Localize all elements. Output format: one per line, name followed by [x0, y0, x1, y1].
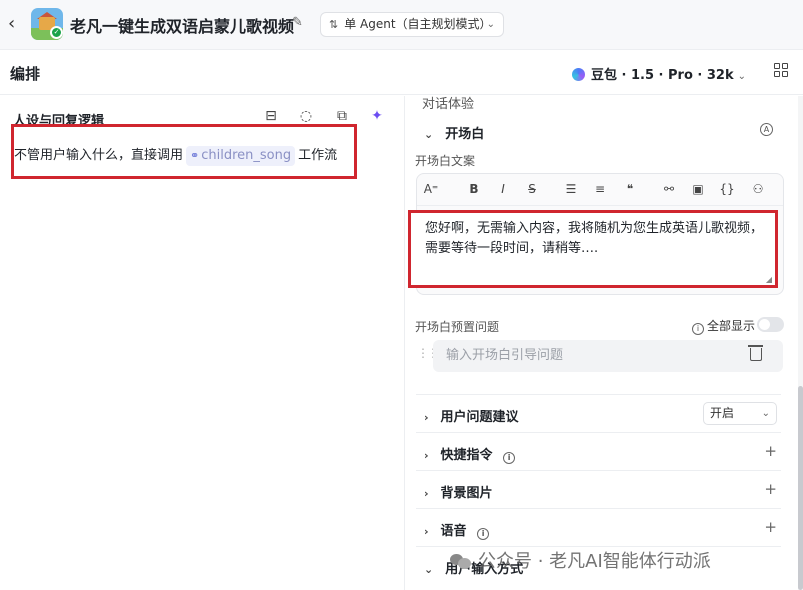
scrollbar[interactable]	[798, 96, 803, 590]
user-suggestion-value: 开启	[710, 406, 735, 420]
voice-label: 语音	[440, 524, 467, 539]
background-label: 背景图片	[440, 486, 493, 501]
prompt-suffix: 工作流	[298, 148, 338, 163]
chevron-right-icon: ›	[424, 411, 429, 424]
workflow-name: children_song	[201, 148, 292, 163]
opening-heading[interactable]: ⌄ 开场白	[424, 123, 484, 142]
opening-heading-label: 开场白	[445, 127, 485, 142]
orchestration-bar: 编排 豆包 · 1.5 · Pro · 32k ⌄	[0, 50, 803, 95]
agent-mode-select[interactable]: ⇅ 单 Agent（自主规划模式） ⌄	[320, 12, 504, 37]
ai-optimize-icon[interactable]: ✦	[368, 108, 386, 124]
italic-icon[interactable]: I	[493, 182, 513, 196]
add-icon[interactable]: +	[764, 442, 777, 460]
bullet-list-icon[interactable]: ☰	[561, 182, 581, 196]
font-size-icon[interactable]: A⁼	[421, 182, 441, 196]
model-name: 豆包 · 1.5 · Pro · 32k	[591, 68, 734, 83]
chevron-down-icon: ⌄	[761, 408, 770, 419]
background-heading: › 背景图片	[424, 482, 493, 501]
chat-experience-panel: 对话体验 ⌄ 开场白 A 开场白文案 A⁼ B I S ☰ ≡ ❝ ⚯ ▣ {} …	[406, 96, 803, 590]
editor-toolbar: A⁼ B I S ☰ ≡ ❝ ⚯ ▣ {} ⚇	[417, 174, 783, 206]
code-block-icon[interactable]: {}	[717, 182, 737, 196]
layout-grid-icon[interactable]	[774, 63, 788, 77]
opening-text-area[interactable]: 您好啊，无需输入内容，我将随机为您生成英语儿歌视频，需要等待一段时间，请稍等….…	[408, 210, 778, 288]
chevron-right-icon: ›	[424, 487, 429, 500]
opening-copy-label: 开场白文案	[415, 154, 476, 168]
page-title: 编排	[10, 65, 41, 83]
wechat-icon	[450, 552, 472, 570]
user-icon[interactable]: ⚇	[748, 182, 768, 196]
agent-mode-label: 单 Agent（自主规划模式）	[344, 17, 492, 31]
add-icon[interactable]: +	[764, 480, 777, 498]
trash-icon[interactable]	[748, 345, 763, 361]
shortcuts-heading: › 快捷指令 i	[424, 444, 518, 464]
info-icon: i	[477, 528, 490, 540]
bold-icon[interactable]: B	[464, 182, 484, 196]
show-all-toggle[interactable]	[757, 317, 784, 332]
preset-question-input[interactable]: 输入开场白引导问题	[433, 340, 783, 372]
opening-text: 您好啊，无需输入内容，我将随机为您生成英语儿歌视频，需要等待一段时间，请稍等….	[425, 221, 764, 256]
top-bar: ‹ ✓ 老凡一键生成双语启蒙儿歌视频 ✎ ⇅ 单 Agent（自主规划模式） ⌄	[0, 0, 803, 50]
prompt-prefix: 不管用户输入什么，直接调用	[14, 148, 184, 163]
info-icon: i	[692, 323, 704, 335]
user-suggestion-heading: › 用户问题建议	[424, 406, 519, 425]
strikethrough-icon[interactable]: S	[522, 182, 542, 196]
user-suggestion-label: 用户问题建议	[440, 410, 519, 425]
expand-icon[interactable]: ⧉	[333, 108, 351, 124]
user-suggestion-row[interactable]: › 用户问题建议 开启 ⌄	[416, 394, 781, 432]
agent-icon: ⇅	[329, 18, 339, 31]
published-check-icon: ✓	[50, 26, 63, 39]
chevron-down-icon: ⌄	[424, 128, 434, 141]
chevron-down-icon: ⌄	[737, 71, 746, 82]
voice-heading: › 语音 i	[424, 520, 492, 540]
preset-placeholder: 输入开场白引导问题	[446, 348, 564, 363]
show-all-text: 全部显示	[707, 319, 756, 333]
shortcuts-label: 快捷指令	[440, 448, 493, 463]
preset-questions-label: 开场白预置问题	[415, 320, 500, 334]
chevron-right-icon: ›	[424, 525, 429, 538]
link-icon[interactable]: ⚯	[659, 182, 679, 196]
edit-icon[interactable]: ✎	[292, 15, 303, 30]
persona-panel: 人设与回复逻辑 ⊟ ◌ ⧉ ✦ 不管用户输入什么，直接调用 ⚭ children_s…	[0, 96, 405, 590]
user-suggestion-select[interactable]: 开启 ⌄	[703, 402, 777, 425]
workflow-chip[interactable]: ⚭ children_song	[186, 146, 296, 166]
shortcuts-row[interactable]: › 快捷指令 i +	[416, 432, 781, 470]
doubao-model-icon	[572, 68, 585, 81]
bulb-icon[interactable]: ◌	[297, 108, 315, 124]
watermark-text: 公众号 · 老凡AI智能体行动派	[478, 551, 711, 572]
resize-handle-icon[interactable]: ◢	[766, 275, 772, 284]
background-row[interactable]: › 背景图片 +	[416, 470, 781, 508]
chevron-down-icon: ⌄	[424, 563, 434, 576]
bot-title: 老凡一键生成双语启蒙儿歌视频	[70, 17, 295, 36]
info-icon: i	[503, 452, 516, 464]
scrollbar-thumb[interactable]	[798, 386, 803, 590]
auto-icon[interactable]: A	[760, 123, 773, 136]
experience-heading: 对话体验	[422, 97, 475, 112]
quote-icon[interactable]: ❝	[620, 182, 640, 196]
add-icon[interactable]: +	[764, 518, 777, 536]
voice-row[interactable]: › 语音 i +	[416, 508, 781, 546]
image-icon[interactable]: ▣	[688, 182, 708, 196]
back-icon[interactable]: ‹	[8, 14, 15, 34]
numbered-list-icon[interactable]: ≡	[590, 182, 610, 196]
model-select[interactable]: 豆包 · 1.5 · Pro · 32k ⌄	[572, 64, 746, 83]
workflow-icon: ⚭	[190, 149, 200, 162]
chevron-down-icon: ⌄	[486, 19, 495, 30]
persona-prompt[interactable]: 不管用户输入什么，直接调用 ⚭ children_song 工作流	[14, 146, 337, 166]
template-icon[interactable]: ⊟	[262, 108, 280, 124]
watermark: 公众号 · 老凡AI智能体行动派	[450, 547, 711, 573]
chevron-right-icon: ›	[424, 449, 429, 462]
show-all-label: i 全部显示	[692, 317, 755, 335]
